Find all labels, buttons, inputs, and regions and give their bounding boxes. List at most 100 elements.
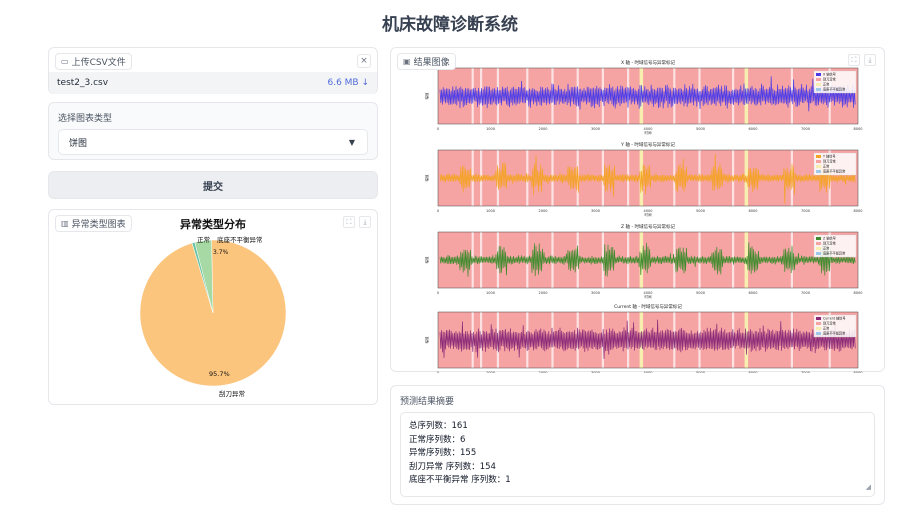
x-tick-label: 2000 (539, 291, 548, 295)
pie-title: 异常类型分布 (180, 217, 246, 231)
legend-swatch (816, 78, 821, 81)
legend-swatch (816, 170, 821, 173)
legend-swatch (816, 242, 821, 245)
summary-label: 预测结果摘要 (400, 397, 455, 407)
x-tick-label: 5000 (696, 371, 705, 373)
x-tick-label: 8000 (854, 291, 863, 295)
y-axis-label: 幅值 (424, 336, 429, 344)
x-tick-label: 6000 (749, 371, 758, 373)
pie-label: 正常 (197, 235, 210, 244)
chart-type-value: 饼图 (69, 138, 88, 149)
x-tick-label: 7000 (801, 291, 810, 295)
x-tick-label: 3000 (591, 209, 600, 213)
download-icon[interactable]: ⤓ (864, 54, 876, 66)
legend-swatch (816, 165, 821, 168)
legend-label: 正常 (823, 164, 829, 169)
legend-label: Y 轴信号 (823, 154, 836, 159)
x-tick-label: 8000 (854, 371, 863, 373)
pie-chart: 异常类型分布正常 底座不平衡异常 3.7% 95.7% 刮刀异常 (139, 217, 287, 398)
x-tick-label: 7000 (801, 371, 810, 373)
chart-type-label: 选择图表类型 (58, 114, 113, 124)
x-tick-label: 0 (437, 127, 439, 131)
x-tick-label: 0 (437, 371, 439, 373)
x-tick-label: 8000 (854, 127, 863, 131)
signal-plot: Current 轴 - 时域信号与异常标记 0 1000 2000 3000 4000 50… (424, 303, 862, 373)
pie-label: 底座不平衡异常 (217, 235, 263, 244)
result-images-panel: X 轴 - 时域信号与异常标记 0 1000 2000 3000 4000 5000 6000… (390, 47, 885, 373)
y-axis-label: 幅值 (424, 256, 429, 264)
x-tick-label: 8000 (854, 209, 863, 213)
anomaly-chart-label-text: 异常类型图表 (71, 220, 126, 230)
result-plots: X 轴 - 时域信号与异常标记 0 1000 2000 3000 4000 5000 6000… (424, 59, 862, 373)
legend-label: 正常 (823, 326, 829, 331)
legend-swatch (816, 252, 821, 255)
plot-title: Z 轴 - 时域信号与异常标记 (621, 223, 675, 230)
summary-line: 正常序列数：6 (409, 434, 466, 445)
chevron-down-icon: ▼ (348, 137, 355, 147)
signal-plot: Z 轴 - 时域信号与异常标记0 1000 2000 3000 4000 5000 6000… (424, 223, 862, 299)
legend-swatch (816, 332, 821, 335)
legend-label: Current 轴信号 (823, 316, 846, 321)
x-tick-label: 1000 (486, 291, 495, 295)
summary-line: 总序列数：161 (409, 421, 468, 431)
download-icon[interactable]: ⤓ (359, 216, 371, 228)
uploaded-file[interactable]: test2_3.csv 6.6 MB ↓ (49, 72, 377, 94)
result-images-label: ▣ 结果图像 (397, 53, 456, 70)
fullscreen-icon[interactable]: ⛶ (848, 54, 860, 66)
legend-swatch (816, 73, 821, 76)
x-tick-label: 5000 (696, 127, 705, 131)
clear-file-button[interactable]: × (357, 54, 371, 68)
legend-label: 刮刀异常 (823, 241, 836, 246)
signal-plot: Y 轴 - 时域信号与异常标记0 1000 2000 3000 4000 5000 6000… (424, 141, 862, 217)
x-tick-label: 2000 (539, 209, 548, 213)
legend-label: Z 轴信号 (823, 236, 836, 241)
legend-label: 刮刀异常 (823, 321, 836, 326)
summary-textbox[interactable]: 总序列数：161 正常序列数：6 异常序列数：155 刮刀异常 序列数：154 … (400, 412, 875, 497)
x-tick-label: 2000 (539, 371, 548, 373)
x-axis-label: 时间 (645, 294, 653, 299)
legend-label: 正常 (823, 82, 829, 87)
legend-swatch (816, 83, 821, 86)
anomaly-chart-label: ▥ 异常类型图表 (55, 215, 132, 232)
legend-label: 刮刀异常 (823, 159, 836, 164)
file-size-download[interactable]: 6.6 MB ↓ (327, 78, 369, 88)
anomaly-chart-panel: 异常类型分布 正常 底座不平衡异常 3.7% 95.7% 刮刀异常 ▥ 异常类型图表 ⛶ … (48, 209, 378, 405)
x-tick-label: 0 (437, 209, 439, 213)
legend-label: 底座不平衡异常 (823, 169, 845, 174)
upload-label-text: 上传CSV文件 (71, 58, 126, 68)
pie-pct-label: 95.7% (209, 370, 230, 378)
x-tick-label: 1000 (486, 127, 495, 131)
x-tick-label: 3000 (591, 127, 600, 131)
x-tick-label: 6000 (749, 291, 758, 295)
x-axis-label: 时间 (645, 212, 653, 217)
legend-label: 底座不平衡异常 (823, 87, 845, 92)
x-tick-label: 6000 (749, 127, 758, 131)
x-tick-label: 5000 (696, 209, 705, 213)
page-title: 机床故障诊断系统 (382, 15, 518, 35)
x-tick-label: 4000 (644, 371, 653, 373)
plot-title: Y 轴 - 时域信号与异常标记 (620, 141, 675, 148)
signal-plot: X 轴 - 时域信号与异常标记0 1000 2000 3000 4000 5000 6000… (424, 59, 862, 135)
y-axis-label: 幅值 (424, 92, 429, 99)
resize-handle-icon[interactable]: ◢ (866, 481, 871, 495)
x-tick-label: 7000 (801, 209, 810, 213)
chart-type-select-card: 选择图表类型 饼图 ▼ (48, 102, 378, 160)
csv-upload[interactable]: ▭ 上传CSV文件 × test2_3.csv 6.6 MB ↓ (48, 47, 378, 94)
image-icon: ▣ (403, 57, 411, 66)
legend-swatch (816, 88, 821, 91)
submit-button[interactable]: 提交 (48, 171, 378, 199)
fullscreen-icon[interactable]: ⛶ (343, 216, 355, 228)
summary-line: 底座不平衡异常 序列数：1 (409, 475, 511, 485)
y-axis-label: 幅值 (424, 174, 429, 181)
x-tick-label: 6000 (749, 209, 758, 213)
chart-type-dropdown[interactable]: 饼图 ▼ (58, 129, 368, 155)
legend-label: 正常 (823, 246, 829, 251)
x-tick-label: 1000 (486, 371, 495, 373)
x-tick-label: 3000 (591, 291, 600, 295)
legend-label: 底座不平衡异常 (823, 331, 845, 336)
file-icon: ▭ (61, 57, 69, 66)
legend-label: X 轴信号 (823, 72, 836, 77)
x-tick-label: 5000 (696, 291, 705, 295)
pie-label: 刮刀异常 (219, 389, 245, 398)
legend-swatch (816, 322, 821, 325)
